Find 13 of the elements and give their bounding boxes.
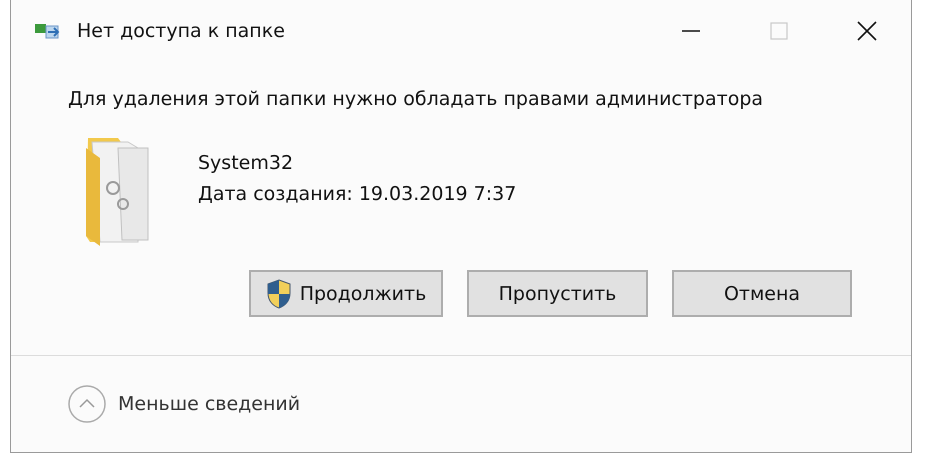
minimize-icon [682, 30, 700, 32]
message-text: Для удаления этой папки нужно обладать правами администратора [68, 88, 764, 110]
details-toggle[interactable]: Меньше сведений [68, 385, 300, 423]
folder-name: System32 [198, 151, 294, 176]
window-title: Нет доступа к папке [77, 20, 286, 42]
dialog-button[interactable]: Продолжить [249, 270, 443, 317]
dialog-button[interactable]: Пропустить [467, 270, 648, 317]
creation-date: Дата создания: 19.03.2019 7:37 [198, 182, 516, 207]
dialog-button[interactable]: Отмена [672, 270, 852, 317]
close-icon [856, 21, 878, 41]
maximize-icon [768, 21, 790, 41]
shield-icon [266, 278, 292, 308]
chevron-icon [68, 385, 106, 423]
